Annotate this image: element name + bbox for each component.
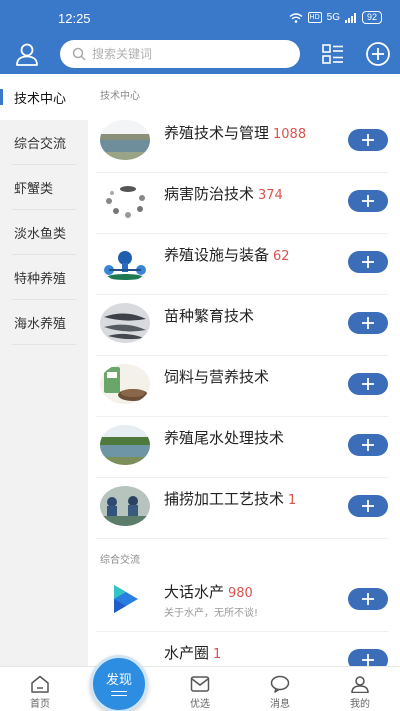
add-button[interactable]: [348, 129, 388, 151]
item-count: 1088: [273, 127, 307, 142]
user-profile-icon[interactable]: [14, 41, 40, 67]
tab-mine[interactable]: 我的: [330, 667, 390, 711]
tab-label: 我的: [350, 699, 370, 710]
mail-icon: [190, 676, 210, 692]
item-count: 374: [258, 188, 283, 203]
list-item[interactable]: 水产圈 1: [96, 632, 388, 666]
hd-badge: HD: [307, 12, 322, 23]
water-treatment-icon: [100, 425, 150, 465]
item-count: 1: [213, 647, 222, 662]
sidebar-item-freshwater-fish[interactable]: 淡水鱼类: [0, 210, 88, 255]
feed-bag-icon: [100, 364, 150, 404]
status-icons: HD 5G 92: [289, 11, 382, 24]
list-item[interactable]: 大话水产 980 关于水产，无所不谈!: [96, 571, 388, 632]
search-icon: [72, 47, 86, 61]
item-count: 62: [273, 249, 290, 264]
section-title-forum: 综合交流: [100, 555, 140, 566]
home-icon: [31, 675, 49, 693]
harvest-photo-icon: [100, 486, 150, 526]
plus-icon: [362, 654, 374, 666]
plus-icon: [362, 439, 374, 451]
discover-label: 发现: [105, 673, 132, 688]
sidebar-item-seawater-breeding[interactable]: 海水养殖: [0, 300, 88, 345]
item-count: 980: [228, 586, 253, 601]
sidebar-item-special-breeding[interactable]: 特种养殖: [0, 255, 88, 300]
wifi-icon: [289, 12, 302, 23]
item-title: 大话水产 980: [164, 583, 253, 601]
plus-icon: [362, 378, 374, 390]
sidebar-item-tech-center[interactable]: 技术中心: [0, 74, 88, 120]
plus-icon: [362, 134, 374, 146]
item-title: 水产圈 1: [164, 644, 222, 662]
tab-label: 消息: [270, 699, 290, 710]
status-time: 12:25: [58, 11, 91, 26]
sidebar-item-label: 淡水鱼类: [14, 227, 67, 242]
tab-home[interactable]: 首页: [10, 667, 70, 711]
discover-button[interactable]: 发现: [90, 655, 148, 711]
item-title: 养殖尾水处理技术: [164, 429, 285, 447]
chat-bubble-icon: [270, 675, 290, 693]
top-header: [0, 34, 400, 74]
item-title: 饲料与营养技术: [164, 368, 270, 386]
plus-icon: [362, 500, 374, 512]
tab-label: 优选: [190, 699, 210, 710]
add-button[interactable]: [348, 373, 388, 395]
sidebar-item-shrimp-crab[interactable]: 虾蟹类: [0, 165, 88, 210]
plus-icon: [362, 593, 374, 605]
list-item[interactable]: 养殖尾水处理技术: [96, 417, 388, 478]
item-title: 苗种繁育技术: [164, 307, 255, 325]
plus-icon: [362, 256, 374, 268]
add-circle-icon[interactable]: [365, 41, 391, 67]
add-button[interactable]: [348, 649, 388, 666]
item-title: 病害防治技术 374: [164, 185, 283, 203]
item-title: 捕捞加工工艺技术 1: [164, 490, 297, 508]
list-item[interactable]: 饲料与营养技术: [96, 356, 388, 417]
search-input[interactable]: [92, 47, 282, 61]
plus-icon: [362, 195, 374, 207]
list-item[interactable]: 苗种繁育技术: [96, 295, 388, 356]
add-button[interactable]: [348, 495, 388, 517]
add-button[interactable]: [348, 434, 388, 456]
sidebar-item-label: 技术中心: [14, 91, 67, 107]
main-content: 技术中心 养殖技术与管理1088 病害防治技术374 养殖设施与装备62: [88, 74, 400, 666]
category-list-icon[interactable]: [322, 43, 344, 65]
tab-featured[interactable]: 优选: [170, 667, 230, 711]
add-button[interactable]: [348, 251, 388, 273]
list-item[interactable]: 养殖设施与装备 62: [96, 234, 388, 295]
fish-fry-icon: [100, 303, 150, 343]
add-button[interactable]: [348, 312, 388, 334]
pond-photo-icon: [100, 120, 150, 160]
sidebar-item-label: 特种养殖: [14, 272, 67, 287]
item-title: 养殖设施与装备 62: [164, 246, 290, 264]
search-bar[interactable]: [60, 40, 300, 68]
sidebar-item-label: 虾蟹类: [14, 182, 54, 197]
bottom-nav: 首页 优选 消息 我的: [0, 666, 400, 711]
aerator-icon: [100, 242, 150, 282]
menu-lines-icon: [111, 691, 127, 696]
category-sidebar: 技术中心 综合交流 虾蟹类 淡水鱼类 特种养殖 海水养殖: [0, 74, 88, 666]
sidebar-item-label: 综合交流: [14, 137, 67, 152]
list-item[interactable]: 捕捞加工工艺技术 1: [96, 478, 388, 539]
signal-bars-icon: [344, 12, 356, 23]
status-bar: 12:25 HD 5G 92: [0, 0, 400, 34]
item-title: 养殖技术与管理 1088: [164, 124, 307, 142]
add-button[interactable]: [348, 588, 388, 610]
sidebar-item-general-exchange[interactable]: 综合交流: [0, 120, 88, 165]
list-item[interactable]: 养殖技术与管理 1088: [96, 112, 388, 173]
sidebar-item-label: 海水养殖: [14, 317, 67, 332]
disease-diagram-icon: [100, 181, 150, 221]
list-item[interactable]: 病害防治技术 374: [96, 173, 388, 234]
person-icon: [351, 676, 369, 693]
signal-label: 5G: [326, 12, 340, 23]
tab-label: 首页: [30, 699, 50, 710]
play-logo-icon: [100, 579, 150, 619]
battery-indicator: 92: [361, 11, 382, 24]
tab-messages[interactable]: 消息: [250, 667, 310, 711]
item-subtitle: 关于水产，无所不谈!: [164, 608, 259, 619]
section-title-tech: 技术中心: [100, 91, 140, 102]
add-button[interactable]: [348, 190, 388, 212]
item-count: 1: [288, 493, 297, 508]
plus-icon: [362, 317, 374, 329]
